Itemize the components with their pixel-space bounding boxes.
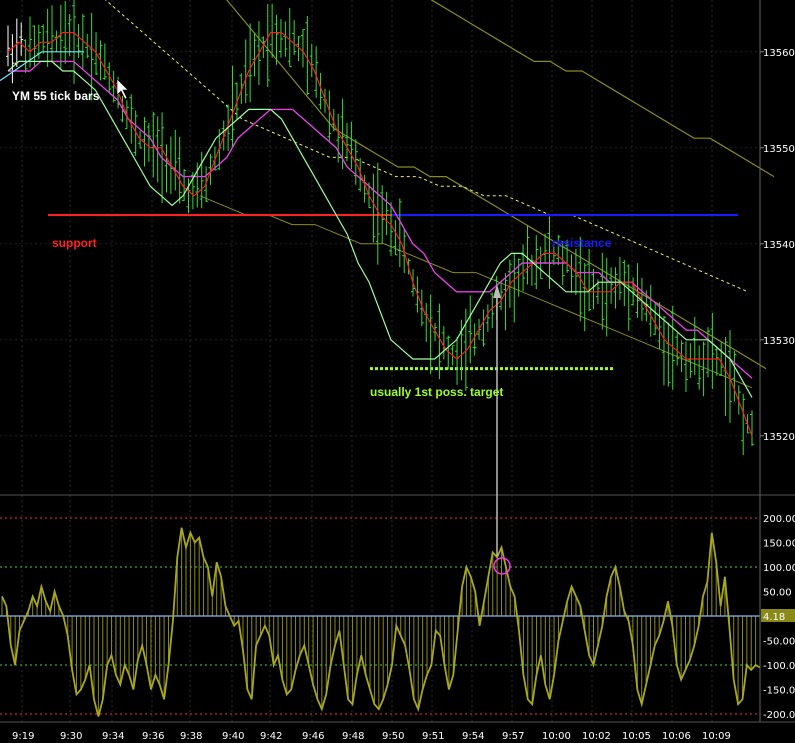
time-tick-label: 10:02	[582, 731, 611, 742]
time-tick-label: 9:38	[180, 731, 202, 742]
price-tick-label: 13530	[763, 336, 795, 347]
target-label: usually 1st poss. target	[370, 385, 503, 399]
time-tick-label: 10:09	[702, 731, 731, 742]
grid	[0, 0, 760, 722]
highlight-circle	[493, 557, 511, 575]
osc-tick-label: -150.00	[763, 686, 795, 697]
arrow-head	[493, 284, 501, 298]
osc-tick-label: 50.00	[763, 588, 792, 599]
ma-red-line	[7, 31, 753, 437]
ma-magenta-line	[8, 60, 753, 379]
ma-green-line	[7, 60, 753, 398]
axes: 135201353013540135501356013570200.00150.…	[0, 0, 795, 742]
oscillator-panel	[0, 517, 761, 717]
time-tick-label: 9:54	[462, 731, 484, 742]
chart-svg: 135201353013540135501356013570200.00150.…	[0, 0, 795, 742]
chart-window: 135201353013540135501356013570200.00150.…	[0, 0, 795, 743]
osc-tick-label: -200.00	[763, 710, 795, 721]
time-tick-label: 10:05	[622, 731, 651, 742]
resistance-label: resistance	[552, 236, 612, 250]
price-tick-label: 13560	[763, 48, 795, 59]
time-tick-label: 10:06	[662, 731, 691, 742]
time-tick-label: 9:36	[142, 731, 164, 742]
current-value-label: 4.18	[763, 612, 785, 623]
price-tick-label: 13540	[763, 240, 795, 251]
osc-tick-label: 100.00	[763, 563, 795, 574]
time-tick-label: 9:34	[102, 731, 124, 742]
price-tick-label: 13520	[763, 432, 795, 443]
time-tick-label: 9:48	[342, 731, 364, 742]
upper-band-outer	[430, 0, 775, 178]
time-tick-label: 9:30	[60, 731, 82, 742]
time-tick-label: 9:50	[382, 731, 404, 742]
osc-tick-label: 200.00	[763, 514, 795, 525]
time-tick-label: 9:40	[222, 731, 244, 742]
moving-averages	[0, 31, 753, 437]
osc-tick-label: -100.00	[763, 661, 795, 672]
price-tick-label: 13550	[763, 144, 795, 155]
chart-title: YM 55 tick bars	[12, 89, 100, 103]
time-tick-label: 9:42	[260, 731, 282, 742]
time-tick-label: 9:57	[502, 731, 524, 742]
time-tick-label: 9:19	[12, 731, 34, 742]
osc-tick-label: 150.00	[763, 539, 795, 550]
time-tick-label: 10:00	[542, 731, 571, 742]
time-tick-label: 9:51	[422, 731, 444, 742]
support-label: support	[52, 236, 97, 250]
time-tick-label: 9:46	[302, 731, 324, 742]
osc-tick-label: -50.00	[763, 637, 795, 648]
